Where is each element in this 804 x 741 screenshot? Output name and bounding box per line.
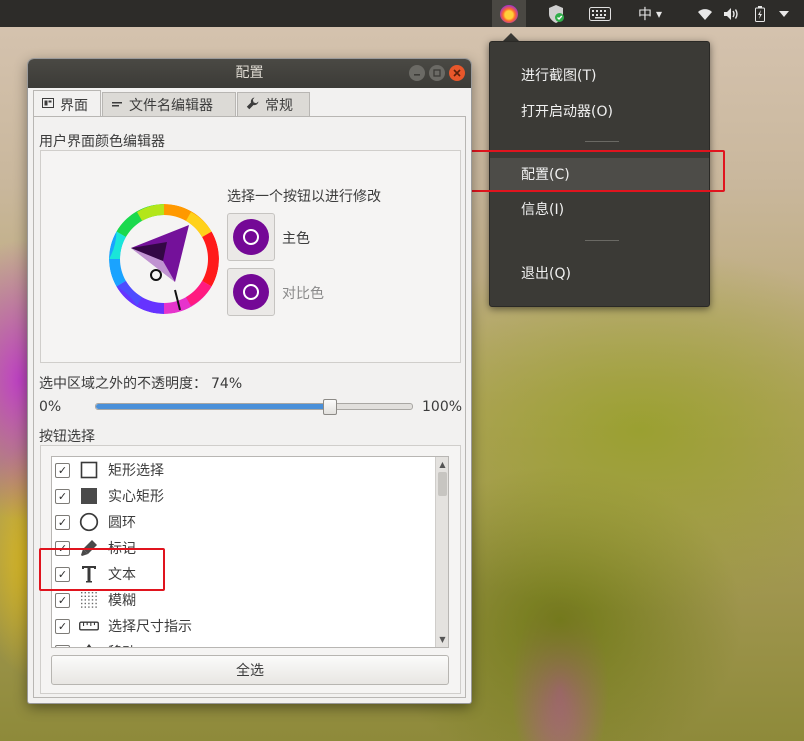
highlight-annotation-config [459, 150, 725, 192]
tab-general[interactable]: 常规 [237, 92, 310, 117]
maximize-button[interactable] [429, 65, 445, 81]
opacity-min-label: 0% [39, 399, 62, 415]
shield-icon[interactable] [544, 0, 568, 27]
opacity-slider-handle[interactable] [323, 399, 337, 415]
menu-separator [585, 240, 619, 241]
opacity-value: 74% [211, 376, 243, 392]
menu-item-take-screenshot[interactable]: 进行截图(T) [490, 59, 709, 93]
checkbox[interactable]: ✓ [55, 644, 70, 647]
tab-label: 界面 [60, 97, 88, 114]
filled-rectangle-icon [79, 486, 99, 506]
menu-item-open-launcher[interactable]: 打开启动器(O) [490, 95, 709, 129]
scrollbar-thumb[interactable] [438, 472, 447, 496]
button-list-item[interactable]: ✓ 移动 [52, 639, 437, 647]
button-list-item[interactable]: ✓ 选择尺寸指示 [52, 613, 437, 639]
button-list-item-label: 矩形选择 [108, 463, 164, 479]
top-panel: 中 ▾ [0, 0, 804, 27]
keyboard-icon[interactable] [587, 0, 613, 27]
input-method-indicator[interactable]: 中 ▾ [632, 0, 668, 27]
menu-item-info[interactable]: 信息(I) [490, 193, 709, 227]
contrast-color-button[interactable] [227, 268, 275, 316]
rectangle-outline-icon [79, 460, 99, 480]
flameshot-tray-icon[interactable] [492, 0, 526, 27]
contrast-color-label: 对比色 [282, 286, 324, 302]
circle-icon [79, 512, 99, 532]
menu-separator [585, 141, 619, 142]
checkbox[interactable]: ✓ [55, 618, 70, 634]
button-list-item-label: 选择尺寸指示 [108, 619, 192, 635]
move-icon [79, 642, 99, 647]
button-list-item-label: 移动 [108, 642, 136, 647]
button-list-item-label: 模糊 [108, 593, 136, 609]
volume-icon[interactable] [722, 0, 742, 27]
color-editor-group-label: 用户界面颜色编辑器 [39, 134, 165, 150]
tab-label: 文件名编辑器 [129, 98, 213, 114]
main-color-label: 主色 [282, 231, 310, 247]
scroll-down-icon[interactable]: ▼ [436, 633, 448, 646]
checkbox[interactable]: ✓ [55, 514, 70, 530]
wrench-icon [246, 97, 259, 113]
tab-label: 常规 [265, 98, 293, 114]
button-selection-group-label: 按钮选择 [39, 429, 95, 445]
button-list-item-label: 实心矩形 [108, 489, 164, 505]
chevron-down-icon: ▾ [655, 6, 663, 21]
button-list-item[interactable]: ✓ 矩形选择 [52, 457, 437, 483]
blur-icon [79, 590, 99, 610]
opacity-label: 选中区域之外的不透明度： 74% [39, 376, 243, 392]
opacity-slider[interactable] [95, 403, 413, 410]
color-wheel[interactable] [109, 204, 219, 314]
opacity-slider-fill [96, 404, 330, 409]
filename-editor-icon [111, 98, 123, 113]
checkbox[interactable]: ✓ [55, 462, 70, 478]
checkbox[interactable]: ✓ [55, 592, 70, 608]
list-scrollbar[interactable]: ▲ ▼ [435, 457, 448, 647]
button-list-item[interactable]: ✓ 圆环 [52, 509, 437, 535]
main-color-button[interactable] [227, 213, 275, 261]
select-button-prompt: 选择一个按钮以进行修改 [227, 189, 381, 205]
wifi-icon[interactable] [696, 0, 714, 27]
color-editor-group: 选择一个按钮以进行修改 主色 对比色 [40, 150, 461, 363]
window-titlebar[interactable]: 配置 [28, 59, 471, 88]
opacity-max-label: 100% [422, 399, 463, 415]
menu-item-quit[interactable]: 退出(Q) [490, 257, 709, 291]
interface-icon [42, 97, 54, 112]
tab-interface[interactable]: 界面 [33, 90, 101, 118]
battery-icon[interactable] [752, 0, 768, 27]
config-window: 配置 界面 文件名编辑器 常规 用户界面颜色编辑器 选择一个按钮以进行修改 主色… [28, 59, 471, 703]
close-button[interactable] [449, 65, 465, 81]
tab-filename-editor[interactable]: 文件名编辑器 [102, 92, 236, 117]
window-title: 配置 [235, 65, 264, 81]
system-menu-chevron-icon[interactable] [776, 0, 792, 27]
button-list-item-label: 圆环 [108, 515, 136, 531]
highlight-annotation-text [39, 548, 165, 591]
ruler-icon [79, 616, 99, 636]
checkbox[interactable]: ✓ [55, 488, 70, 504]
minimize-button[interactable] [409, 65, 425, 81]
button-list-item[interactable]: ✓ 实心矩形 [52, 483, 437, 509]
input-method-label: 中 [637, 6, 652, 23]
select-all-button[interactable]: 全选 [51, 655, 449, 685]
scroll-up-icon[interactable]: ▲ [436, 458, 448, 471]
tab-content-interface: 用户界面颜色编辑器 选择一个按钮以进行修改 主色 对比色 选中区域之外的不透明度… [33, 116, 466, 698]
tab-bar: 界面 文件名编辑器 常规 [28, 89, 471, 118]
